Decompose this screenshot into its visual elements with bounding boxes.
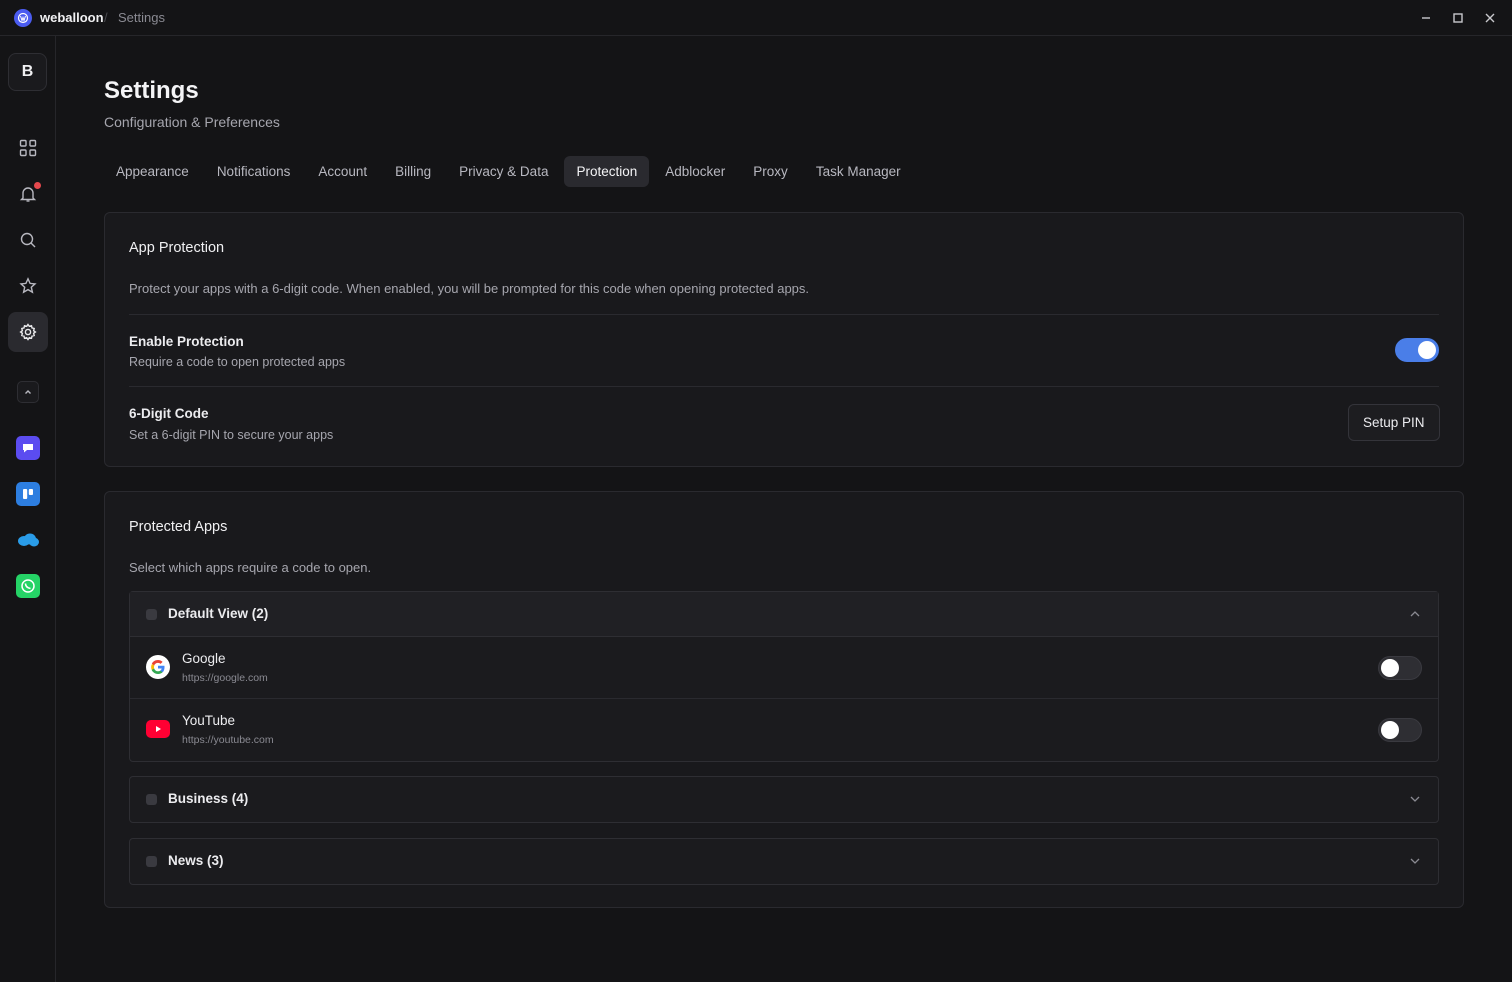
app-protection-description: Protect your apps with a 6-digit code. W… xyxy=(129,281,810,296)
trello-icon[interactable] xyxy=(16,482,40,506)
divider xyxy=(129,386,1439,387)
app-group-default-view: Default View (2) Google https://google.c… xyxy=(129,591,1439,762)
pin-description: Set a 6-digit PIN to secure your apps xyxy=(129,428,334,442)
app-group-business: Business (4) xyxy=(129,776,1439,823)
group-label: News (3) xyxy=(168,853,224,868)
tab-task-manager[interactable]: Task Manager xyxy=(804,156,913,187)
sidebar-item-favorites[interactable] xyxy=(8,266,48,306)
group-header[interactable]: Business (4) xyxy=(130,777,1438,822)
gear-icon xyxy=(19,323,37,341)
google-protect-toggle[interactable] xyxy=(1378,656,1422,680)
group-checkbox[interactable] xyxy=(146,609,157,620)
sidebar: B xyxy=(0,36,56,982)
tab-protection[interactable]: Protection xyxy=(564,156,650,187)
enable-protection-title: Enable Protection xyxy=(129,334,244,349)
collapse-apps-button[interactable] xyxy=(17,381,39,403)
app-name: weballoon xyxy=(40,10,104,25)
group-checkbox[interactable] xyxy=(146,856,157,867)
search-icon xyxy=(20,232,36,248)
tab-proxy[interactable]: Proxy xyxy=(741,156,800,187)
profile-initial: B xyxy=(21,63,34,80)
group-header[interactable]: News (3) xyxy=(130,839,1438,884)
tab-appearance[interactable]: Appearance xyxy=(104,156,201,187)
app-protection-title: App Protection xyxy=(129,240,225,256)
app-name: Google xyxy=(182,651,226,666)
weballoon-logo-icon xyxy=(14,9,32,27)
minimize-icon[interactable] xyxy=(1416,8,1436,28)
chevron-down-icon xyxy=(1410,796,1420,802)
group-checkbox[interactable] xyxy=(146,794,157,805)
enable-protection-toggle[interactable] xyxy=(1395,338,1439,362)
protected-apps-title: Protected Apps xyxy=(129,519,228,535)
youtube-icon xyxy=(146,720,170,738)
app-group-news: News (3) xyxy=(129,838,1439,885)
close-icon[interactable] xyxy=(1480,8,1500,28)
sidebar-item-search[interactable] xyxy=(8,220,48,260)
whatsapp-icon[interactable] xyxy=(16,574,40,598)
protected-apps-card: Protected Apps Select which apps require… xyxy=(104,491,1464,908)
sidebar-item-settings[interactable] xyxy=(8,312,48,352)
chat-app-icon[interactable] xyxy=(16,436,40,460)
settings-tabs: Appearance Notifications Account Billing… xyxy=(104,156,917,187)
toggle-knob xyxy=(1418,341,1436,359)
star-icon xyxy=(19,277,37,294)
toggle-knob xyxy=(1381,659,1399,677)
app-row-google: Google https://google.com xyxy=(130,637,1438,699)
tab-billing[interactable]: Billing xyxy=(383,156,443,187)
group-label: Business (4) xyxy=(168,791,249,806)
tab-notifications[interactable]: Notifications xyxy=(205,156,303,187)
app-row-youtube: YouTube https://youtube.com xyxy=(130,699,1438,761)
chevron-down-icon xyxy=(1410,858,1420,864)
toggle-knob xyxy=(1381,721,1399,739)
tab-privacy-data[interactable]: Privacy & Data xyxy=(447,156,560,187)
google-icon xyxy=(146,655,170,679)
page-subtitle: Configuration & Preferences xyxy=(104,114,280,130)
sidebar-item-notifications[interactable] xyxy=(8,174,48,214)
title-bar: weballoon / Settings xyxy=(0,0,1512,36)
salesforce-icon[interactable] xyxy=(16,528,40,552)
enable-protection-description: Require a code to open protected apps xyxy=(129,355,346,369)
group-label: Default View (2) xyxy=(168,606,269,621)
setup-pin-button[interactable]: Setup PIN xyxy=(1348,404,1440,441)
group-header[interactable]: Default View (2) xyxy=(130,592,1438,637)
divider xyxy=(129,314,1439,315)
grid-icon xyxy=(19,139,37,157)
maximize-icon[interactable] xyxy=(1448,8,1468,28)
breadcrumb-current-page: Settings xyxy=(118,10,165,25)
page-title: Settings xyxy=(104,77,199,104)
chevron-up-icon xyxy=(1410,611,1420,617)
notification-badge xyxy=(34,182,41,189)
app-url: https://google.com xyxy=(182,672,268,684)
sidebar-item-apps[interactable] xyxy=(8,128,48,168)
profile-button[interactable]: B xyxy=(8,53,47,91)
tab-adblocker[interactable]: Adblocker xyxy=(653,156,737,187)
chevron-up-icon xyxy=(25,390,31,394)
breadcrumb-separator: / xyxy=(104,10,108,25)
app-url: https://youtube.com xyxy=(182,734,274,746)
app-protection-card: App Protection Protect your apps with a … xyxy=(104,212,1464,467)
pin-title: 6-Digit Code xyxy=(129,406,209,421)
protected-apps-description: Select which apps require a code to open… xyxy=(129,560,372,575)
youtube-protect-toggle[interactable] xyxy=(1378,718,1422,742)
tab-account[interactable]: Account xyxy=(306,156,379,187)
app-name: YouTube xyxy=(182,713,236,728)
